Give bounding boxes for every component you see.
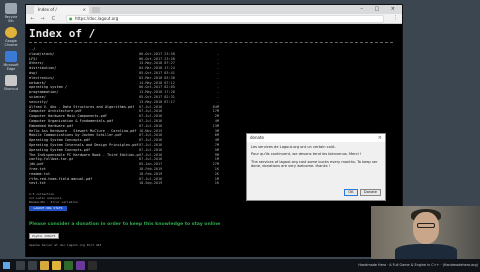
taskbar-search-icon[interactable] <box>16 261 25 270</box>
donate-message: Please consider a donation in order to k… <box>29 222 221 227</box>
recycle-bin-label: Recycle Bin <box>4 15 18 23</box>
taskbar-file-explorer-icon[interactable] <box>40 261 49 270</box>
file-link[interactable]: test.txt <box>29 181 139 186</box>
dialog-paragraph: Les services de Lagout.org ont un certai… <box>251 145 336 149</box>
dialog-paragraph: The services of lagout.org cost some buc… <box>251 159 378 169</box>
file-row: test.txt 10-Sep-2019 1K <box>29 181 249 186</box>
donate-dialog: donate × Les services de Lagout.org ont … <box>246 133 386 201</box>
tab-close-icon[interactable]: × <box>83 6 86 14</box>
taskbar-terminal-icon[interactable] <box>64 261 73 270</box>
dialog-title: donate <box>250 135 265 140</box>
recycle-bin-icon[interactable]: Recycle Bin <box>2 3 20 23</box>
dialog-body: Les services de Lagout.org ont un certai… <box>247 142 385 175</box>
back-icon[interactable]: ← <box>29 15 36 23</box>
lock-icon: ● <box>69 16 73 21</box>
chrome-glyph <box>5 27 17 38</box>
url-input[interactable]: ● https://doc.lagout.org <box>66 15 384 23</box>
webcam-person-shirt <box>395 244 457 259</box>
edge-glyph <box>5 51 17 62</box>
ok-button[interactable]: OK <box>343 189 358 196</box>
divider <box>29 42 393 43</box>
shortcut-desktop-label: Shortcut <box>3 87 19 91</box>
stats-widget: 2.5 collection our Latin analysis Bandwi… <box>29 192 89 211</box>
dialog-titlebar: donate × <box>247 134 385 142</box>
page-title: Index of / <box>29 27 96 40</box>
tab-bar: Index of / × – □ × <box>26 5 402 14</box>
taskbar-editor-icon[interactable] <box>76 261 85 270</box>
new-tab-button[interactable] <box>92 7 100 13</box>
dialog-close-icon[interactable]: × <box>378 134 382 142</box>
address-bar: ← → C ● https://doc.lagout.org ⋮ <box>26 14 402 24</box>
shortcut-glyph <box>5 75 17 86</box>
window-controls[interactable]: – □ × <box>360 5 400 14</box>
webcam-person-face <box>413 212 439 244</box>
taskbar-tray-text: Handmade Hero · A Full Game & Engine in … <box>358 263 478 267</box>
url-text: https://doc.lagout.org <box>75 16 119 21</box>
taskbar-obs-icon[interactable] <box>88 261 97 270</box>
stats-box[interactable]: LAGOUT.ORG STATS <box>29 206 67 211</box>
webcam-overlay <box>371 206 480 259</box>
start-button[interactable] <box>3 262 10 269</box>
taskbar-task-view-icon[interactable] <box>28 261 37 270</box>
file-size: 1K <box>214 181 219 186</box>
edge-desktop-icon[interactable]: Microsoft Edge <box>2 51 20 71</box>
tab-index[interactable]: Index of / × <box>34 6 89 14</box>
recycle-bin-glyph <box>5 3 17 14</box>
taskbar: Handmade Hero · A Full Game & Engine in … <box>0 259 480 272</box>
file-date: 10-Sep-2019 <box>139 181 163 186</box>
menu-icon[interactable]: ⋮ <box>393 15 398 21</box>
donate-button[interactable]: Donate <box>359 189 381 196</box>
tab-title: Index of / <box>38 7 57 12</box>
edge-desktop-label: Microsoft Edge <box>3 63 19 71</box>
file-listing: ../cloud/stack/06-Oct-2017 23:58- LFS/06-… <box>29 47 249 186</box>
browser-window: Index of / × – □ × ← → C ● https://doc.l… <box>25 4 403 257</box>
chrome-desktop-label: Google Chrome <box>4 39 18 47</box>
chrome-desktop-icon[interactable]: Google Chrome <box>2 27 20 47</box>
server-footer: Apache Server at doc.lagout.org Port 443 <box>29 243 102 247</box>
taskbar-chrome-icon[interactable] <box>52 261 61 270</box>
forward-icon[interactable]: → <box>39 15 46 23</box>
shortcut-desktop-icon[interactable]: Shortcut <box>2 75 20 91</box>
page-content: Index of / ../cloud/stack/06-Oct-2017 23… <box>26 25 402 257</box>
widget-line-3: Bandwidth · Error variation <box>29 200 78 204</box>
dialog-paragraph: Pour qu'ils continuent, we devons tend l… <box>251 152 362 157</box>
reload-icon[interactable]: C <box>50 15 57 23</box>
paypal-donate-button[interactable]: PayPal DONATE <box>29 233 59 239</box>
webcam-person-glasses <box>417 223 435 228</box>
dialog-buttons: OK Donate <box>343 189 381 196</box>
